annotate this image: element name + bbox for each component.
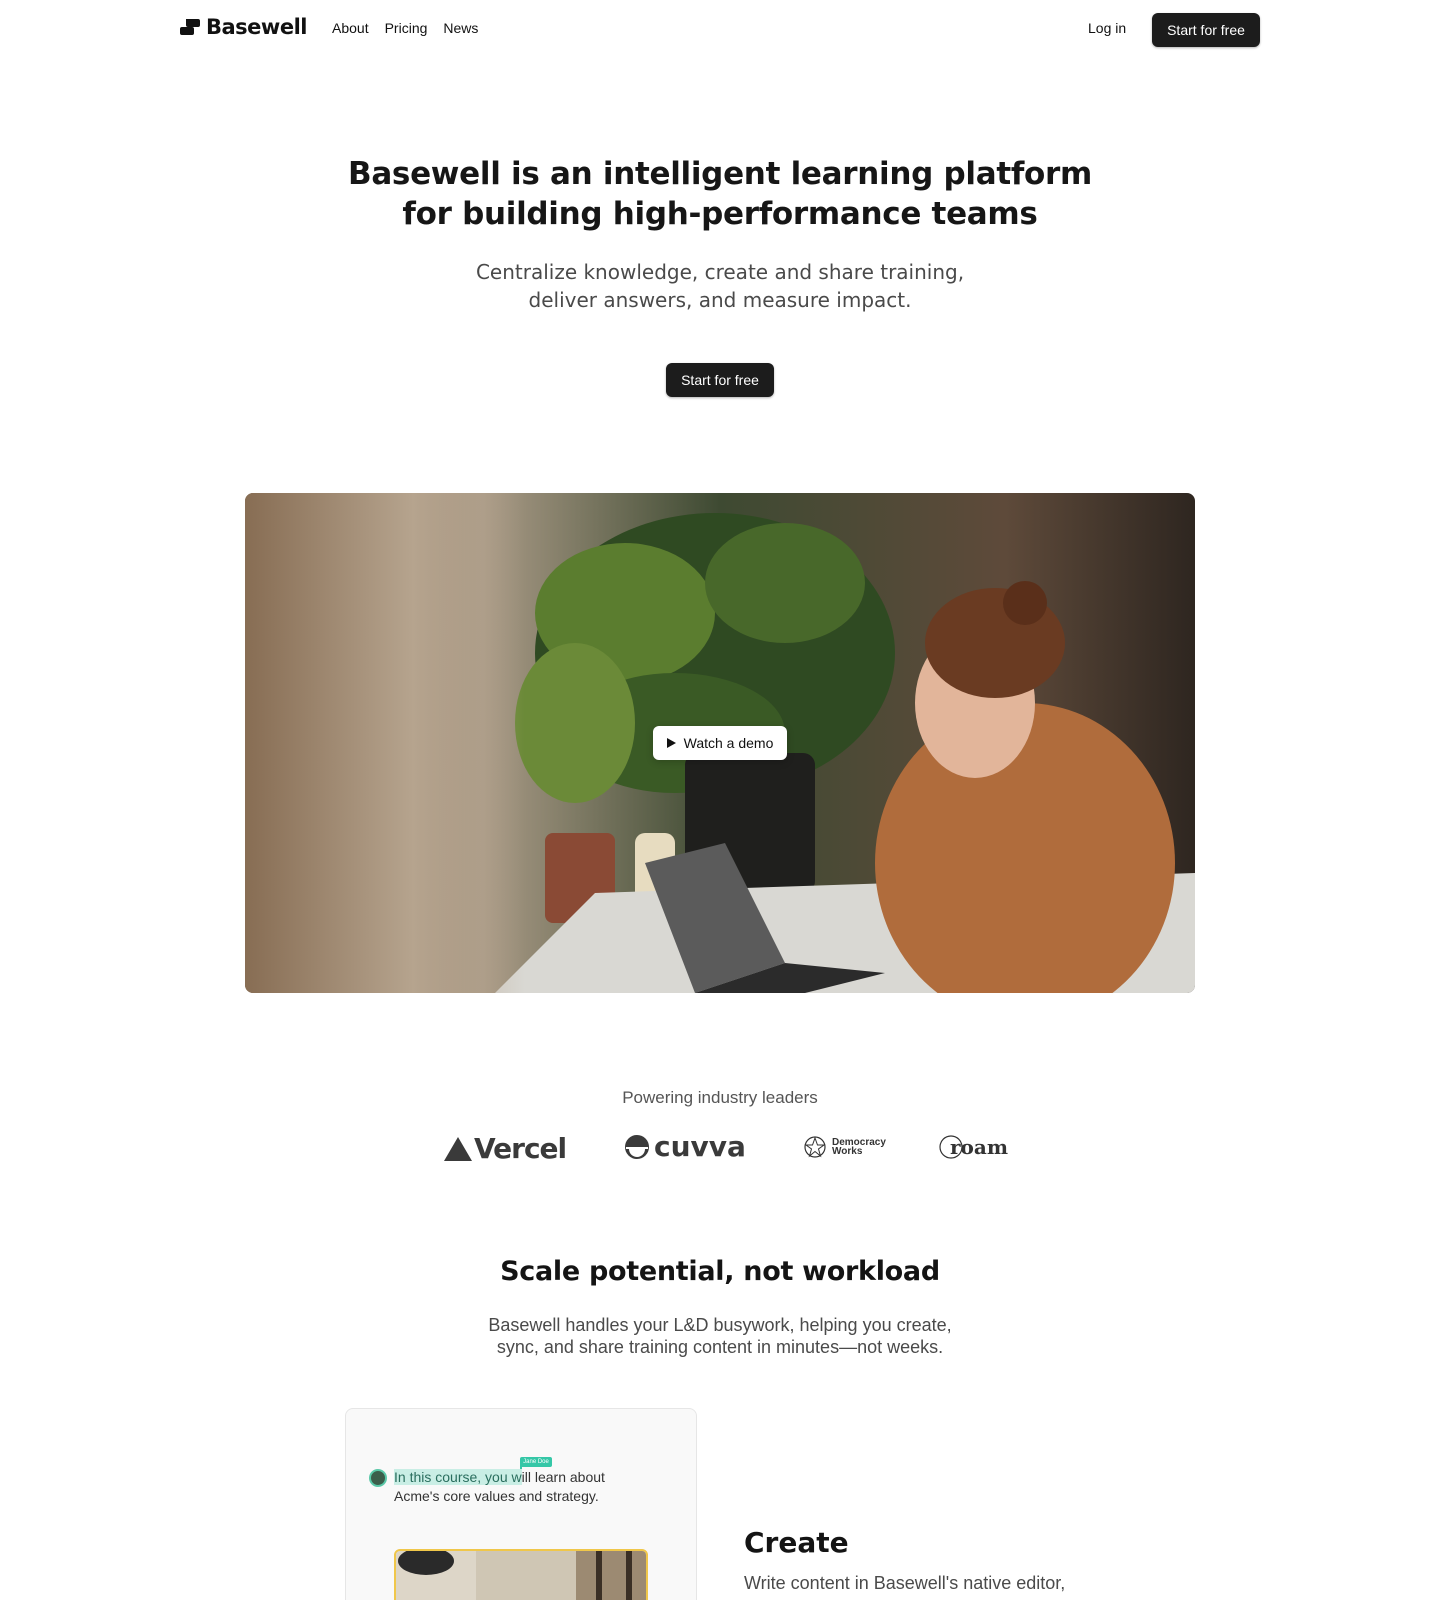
top-navigation: Basewell About Pricing News Log in Start… bbox=[0, 0, 1440, 58]
editor-preview-card: Jane Doe In this course, you will learn … bbox=[345, 1408, 697, 1600]
nav-link-about[interactable]: About bbox=[332, 20, 369, 36]
features-subtitle: Basewell handles your L&D busywork, help… bbox=[0, 1314, 1440, 1358]
create-title: Create bbox=[744, 1526, 849, 1559]
democracy-works-line2: Works bbox=[832, 1146, 863, 1157]
editor-embedded-image bbox=[394, 1549, 648, 1600]
features-subtitle-line1: Basewell handles your L&D busywork, help… bbox=[488, 1315, 952, 1335]
roam-logo-text: roam bbox=[950, 1135, 1008, 1159]
play-icon bbox=[666, 738, 676, 748]
cuvva-logo-text: cuvva bbox=[654, 1130, 746, 1163]
nav-links: About Pricing News bbox=[332, 20, 478, 36]
cuvva-logo: cuvva bbox=[624, 1130, 746, 1163]
democracy-works-logo: Democracy Works bbox=[804, 1136, 886, 1158]
hero-title-line2: for building high-performance teams bbox=[402, 196, 1038, 232]
nav-link-pricing[interactable]: Pricing bbox=[385, 20, 428, 36]
hero-start-free-button[interactable]: Start for free bbox=[666, 363, 774, 397]
hero-subtitle: Centralize knowledge, create and share t… bbox=[0, 258, 1440, 314]
login-link[interactable]: Log in bbox=[1088, 20, 1126, 36]
create-description: Write content in Basewell's native edito… bbox=[744, 1573, 1066, 1593]
hero-title: Basewell is an intelligent learning plat… bbox=[0, 154, 1440, 234]
editor-text-line2: Acme's core values and strategy. bbox=[394, 1488, 599, 1504]
collaborator-cursor-label: Jane Doe bbox=[520, 1457, 552, 1467]
cuvva-circle-icon bbox=[625, 1134, 649, 1159]
hero-title-line1: Basewell is an intelligent learning plat… bbox=[347, 156, 1093, 192]
features-title: Scale potential, not workload bbox=[500, 1256, 940, 1287]
collaborator-avatar bbox=[369, 1469, 387, 1487]
hero-subtitle-line2: deliver answers, and measure impact. bbox=[528, 288, 912, 312]
brand-logo[interactable]: Basewell bbox=[180, 15, 307, 39]
office-photo-image bbox=[396, 1551, 646, 1600]
editor-text-rest: ill learn about bbox=[521, 1469, 605, 1485]
hero-subtitle-line1: Centralize knowledge, create and share t… bbox=[475, 260, 965, 284]
watch-demo-label: Watch a demo bbox=[683, 735, 774, 751]
highlighted-text: In this course, you w bbox=[394, 1469, 522, 1485]
vercel-triangle-icon bbox=[444, 1136, 472, 1161]
basewell-logo-icon bbox=[180, 19, 200, 35]
nav-start-free-button[interactable]: Start for free bbox=[1152, 13, 1260, 47]
features-subtitle-line2: sync, and share training content in minu… bbox=[496, 1337, 944, 1357]
democracy-works-star-icon bbox=[804, 1136, 826, 1158]
roam-logo: roam bbox=[938, 1134, 1008, 1160]
editor-text: In this course, you will learn about Acm… bbox=[394, 1468, 664, 1506]
nav-link-news[interactable]: News bbox=[443, 20, 478, 36]
democracy-works-text: Democracy Works bbox=[832, 1138, 886, 1157]
watch-demo-button[interactable]: Watch a demo bbox=[653, 726, 787, 760]
brand-name: Basewell bbox=[206, 15, 307, 39]
logos-heading: Powering industry leaders bbox=[622, 1088, 818, 1107]
vercel-logo: Vercel bbox=[444, 1132, 567, 1165]
vercel-logo-text: Vercel bbox=[474, 1132, 567, 1165]
customer-logos: Vercel cuvva Democracy Works roam bbox=[0, 1130, 1440, 1170]
demo-video[interactable]: Watch a demo bbox=[245, 493, 1195, 993]
